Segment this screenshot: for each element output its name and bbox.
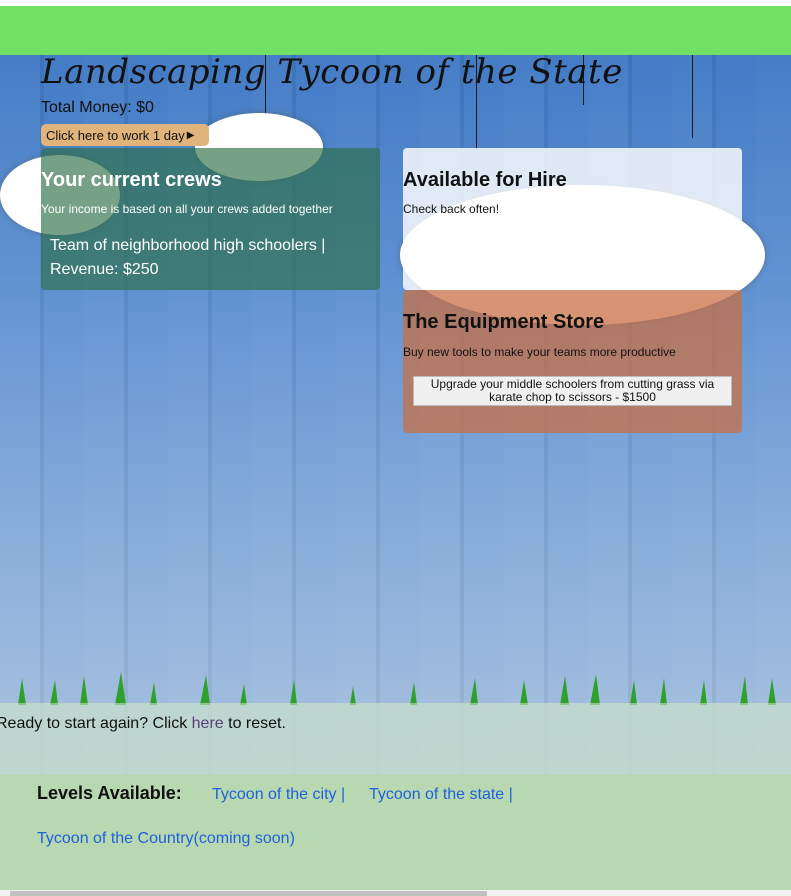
store-subtitle: Buy new tools to make your teams more pr… <box>403 345 676 359</box>
crew-revenue: Revenue: $250 <box>50 261 159 278</box>
equipment-store-panel: The Equipment Store Buy new tools to mak… <box>403 290 742 433</box>
reset-bar <box>0 703 791 775</box>
reset-message: Ready to start again? Click here to rese… <box>0 715 286 733</box>
level-link-city[interactable]: Tycoon of the city | <box>212 786 345 804</box>
work-day-button[interactable]: Click here to work 1 day ▶ <box>41 124 209 146</box>
level-link-country[interactable]: Tycoon of the Country(coming soon) <box>37 830 295 848</box>
work-day-button-label: Click here to work 1 day <box>46 127 185 143</box>
hanging-string <box>692 55 693 138</box>
crews-heading: Your current crews <box>41 169 222 191</box>
crew-name: Team of neighborhood high schoolers | <box>50 237 326 254</box>
crews-subtitle: Your income is based on all your crews a… <box>41 202 333 216</box>
level-link-state[interactable]: Tycoon of the state | <box>369 786 513 804</box>
page-title: Landscaping Tycoon of the State <box>41 52 623 92</box>
top-banner <box>0 6 791 55</box>
crews-panel: Your current crews Your income is based … <box>41 148 380 290</box>
reset-link[interactable]: here <box>192 715 224 732</box>
total-money: Total Money: $0 <box>41 99 154 116</box>
reset-prefix: Ready to start again? Click <box>0 715 192 732</box>
store-heading: The Equipment Store <box>403 311 605 333</box>
hire-heading: Available for Hire <box>403 169 567 191</box>
crew-item: Team of neighborhood high schoolers | Re… <box>50 234 370 282</box>
levels-label: Levels Available: <box>37 783 182 803</box>
upgrade-button[interactable]: Upgrade your middle schoolers from cutti… <box>413 376 732 406</box>
reset-suffix: to reset. <box>223 715 286 732</box>
hire-subtitle: Check back often! <box>403 202 500 216</box>
hire-panel: Available for Hire Check back often! <box>403 148 742 290</box>
scrollbar-thumb[interactable] <box>10 891 487 896</box>
horizontal-scrollbar[interactable] <box>0 890 791 896</box>
levels-bar: Levels Available: Tycoon of the city | T… <box>0 775 791 890</box>
play-icon: ▶ <box>186 129 195 141</box>
